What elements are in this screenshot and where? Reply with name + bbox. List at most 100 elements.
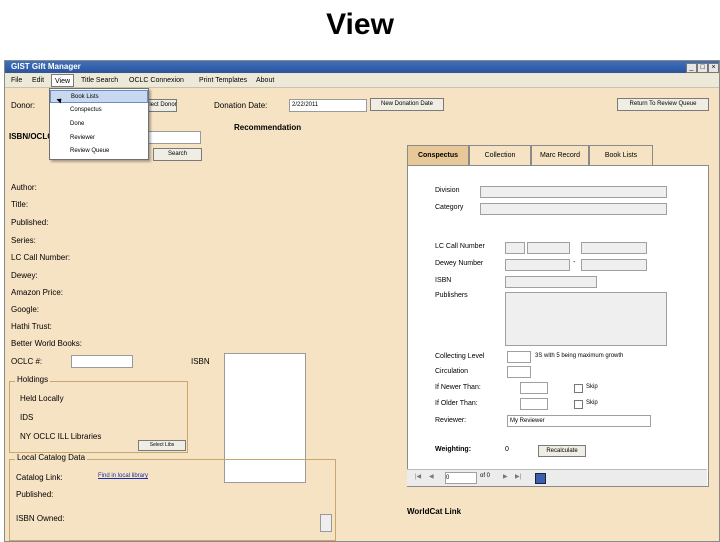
return-review-queue-button[interactable]: Return To Review Queue: [617, 98, 709, 111]
lc-call-part1[interactable]: [505, 242, 525, 254]
amazon-price-label: Amazon Price:: [11, 288, 64, 297]
nav-prev-icon[interactable]: ◀: [429, 473, 434, 480]
new-donation-date-button[interactable]: New Donation Date: [370, 98, 444, 111]
close-button[interactable]: ×: [708, 63, 719, 73]
menu-view[interactable]: View: [51, 74, 75, 87]
menu-about[interactable]: About: [256, 74, 274, 87]
collecting-level-note: 3S with 5 being maximum growth: [535, 353, 624, 359]
menu-item-book-lists[interactable]: Book Lists: [50, 90, 148, 103]
collecting-level-label: Collecting Level: [435, 353, 485, 360]
holdings-group: Holdings Held Locally IDS NY OCLC ILL Li…: [9, 375, 188, 453]
isbn-owned-label: ISBN Owned:: [16, 514, 65, 523]
menu-file[interactable]: File: [11, 74, 22, 87]
nav-first-icon[interactable]: |◀: [415, 473, 421, 480]
menu-print-templates[interactable]: Print Templates: [199, 74, 247, 87]
dewey-dash: -: [573, 259, 576, 266]
recalculate-button[interactable]: Recalculate: [538, 445, 586, 457]
division-label: Division: [435, 187, 460, 194]
published-label: Published:: [11, 218, 49, 227]
circulation-select[interactable]: [507, 366, 531, 378]
isbn-oclc-input[interactable]: [145, 131, 201, 144]
collecting-level-select[interactable]: [507, 351, 531, 363]
catalog-link[interactable]: Find in local library: [98, 473, 148, 479]
google-label: Google:: [11, 305, 40, 314]
circulation-label: Circulation: [435, 368, 469, 375]
publishers-label: Publishers: [435, 292, 468, 299]
tab-marc-record[interactable]: Marc Record: [531, 145, 589, 167]
menu-item-conspectus[interactable]: Conspectus: [50, 104, 148, 117]
nav-last-icon[interactable]: ▶|: [515, 473, 521, 480]
worldcat-link-label: WorldCat Link: [407, 507, 462, 516]
title-bar: GIST Gift Manager _ □ ×: [5, 61, 719, 73]
ny-oclc-ill-label: NY OCLC ILL Libraries: [20, 432, 102, 441]
donor-label: Donor:: [11, 101, 36, 110]
lc-call-part3[interactable]: [581, 242, 647, 254]
holdings-title: Holdings: [15, 375, 51, 384]
recommendation-label: Recommendation: [234, 123, 302, 132]
hathi-trust-label: Hathi Trust:: [11, 322, 52, 331]
search-button[interactable]: Search: [153, 148, 202, 161]
author-label: Author:: [11, 183, 37, 192]
weighting-label: Weighting:: [435, 446, 472, 453]
if-newer-skip-label: Skip: [586, 384, 598, 390]
oclc-number-label: OCLC #:: [11, 357, 43, 366]
title-label: Title:: [11, 200, 29, 209]
slide-title: View: [326, 8, 394, 41]
tab-book-lists[interactable]: Book Lists: [589, 145, 653, 167]
dewey-number-label: Dewey Number: [435, 260, 484, 267]
app-window: GIST Gift Manager _ □ × File Edit View T…: [4, 60, 720, 542]
if-older-field[interactable]: [520, 398, 548, 410]
isbn-field-panel[interactable]: [505, 276, 597, 288]
if-newer-field[interactable]: [520, 382, 548, 394]
division-field[interactable]: [480, 186, 667, 198]
lc-call-part2[interactable]: [527, 242, 570, 254]
menu-item-reviewer[interactable]: Reviewer: [50, 132, 148, 145]
local-published-label: Published:: [16, 490, 54, 499]
tab-conspectus[interactable]: Conspectus: [407, 145, 469, 167]
if-older-skip-checkbox[interactable]: [574, 400, 583, 409]
isbn-oclc-label: ISBN/OCLC: [9, 132, 53, 141]
donation-date-field[interactable]: 2/22/2011: [289, 99, 367, 112]
series-label: Series:: [11, 236, 36, 245]
isbn-label: ISBN: [191, 357, 210, 366]
ids-label: IDS: [20, 413, 34, 422]
tab-collection[interactable]: Collection: [469, 145, 531, 167]
tab-strip: Conspectus Collection Marc Record Book L…: [407, 145, 707, 167]
nav-page-field[interactable]: 0: [445, 472, 477, 484]
held-locally-label: Held Locally: [20, 394, 64, 403]
local-catalog-group: Local Catalog Data Catalog Link: Find in…: [9, 453, 336, 541]
menu-edit[interactable]: Edit: [32, 74, 44, 87]
nav-of-label: of 0: [480, 473, 491, 479]
nav-next-icon[interactable]: ▶: [503, 473, 508, 480]
publishers-field[interactable]: [505, 292, 667, 346]
donation-date-label: Donation Date:: [214, 101, 268, 110]
dewey-part2[interactable]: [581, 259, 647, 271]
if-older-label: If Older Than:: [435, 400, 478, 407]
menu-title-search[interactable]: Title Search: [81, 74, 118, 87]
view-dropdown-menu: Book Lists Conspectus Done Reviewer Revi…: [49, 88, 149, 160]
window-title: GIST Gift Manager: [11, 62, 81, 71]
if-older-skip-label: Skip: [586, 400, 598, 406]
local-catalog-title: Local Catalog Data: [15, 453, 88, 462]
if-newer-skip-checkbox[interactable]: [574, 384, 583, 393]
isbn-owned-scroller[interactable]: [320, 514, 332, 532]
menu-item-done[interactable]: Done: [50, 118, 148, 131]
menu-bar: File Edit View Title Search OCLC Connexi…: [5, 74, 719, 88]
dewey-label: Dewey:: [11, 271, 38, 280]
weighting-value: 0: [505, 446, 509, 453]
dewey-part1[interactable]: [505, 259, 570, 271]
save-icon[interactable]: [535, 473, 546, 484]
menu-oclc-connexion[interactable]: OCLC Connexion: [129, 74, 184, 87]
if-newer-label: If Newer Than:: [435, 384, 481, 391]
reviewer-select[interactable]: My Reviewer: [507, 415, 651, 427]
menu-item-review-queue[interactable]: Review Queue: [50, 145, 148, 158]
lc-call-number-label: LC Call Number:: [11, 253, 71, 262]
category-field[interactable]: [480, 203, 667, 215]
isbn-label-panel: ISBN: [435, 277, 452, 284]
oclc-number-input[interactable]: [71, 355, 133, 368]
minimize-button[interactable]: _: [686, 63, 697, 73]
maximize-button[interactable]: □: [697, 63, 708, 73]
catalog-link-label: Catalog Link:: [16, 473, 63, 482]
select-libs-button[interactable]: Select Libs: [138, 440, 186, 451]
record-navigator: |◀ ◀ 0 of 0 ▶ ▶|: [407, 469, 707, 486]
